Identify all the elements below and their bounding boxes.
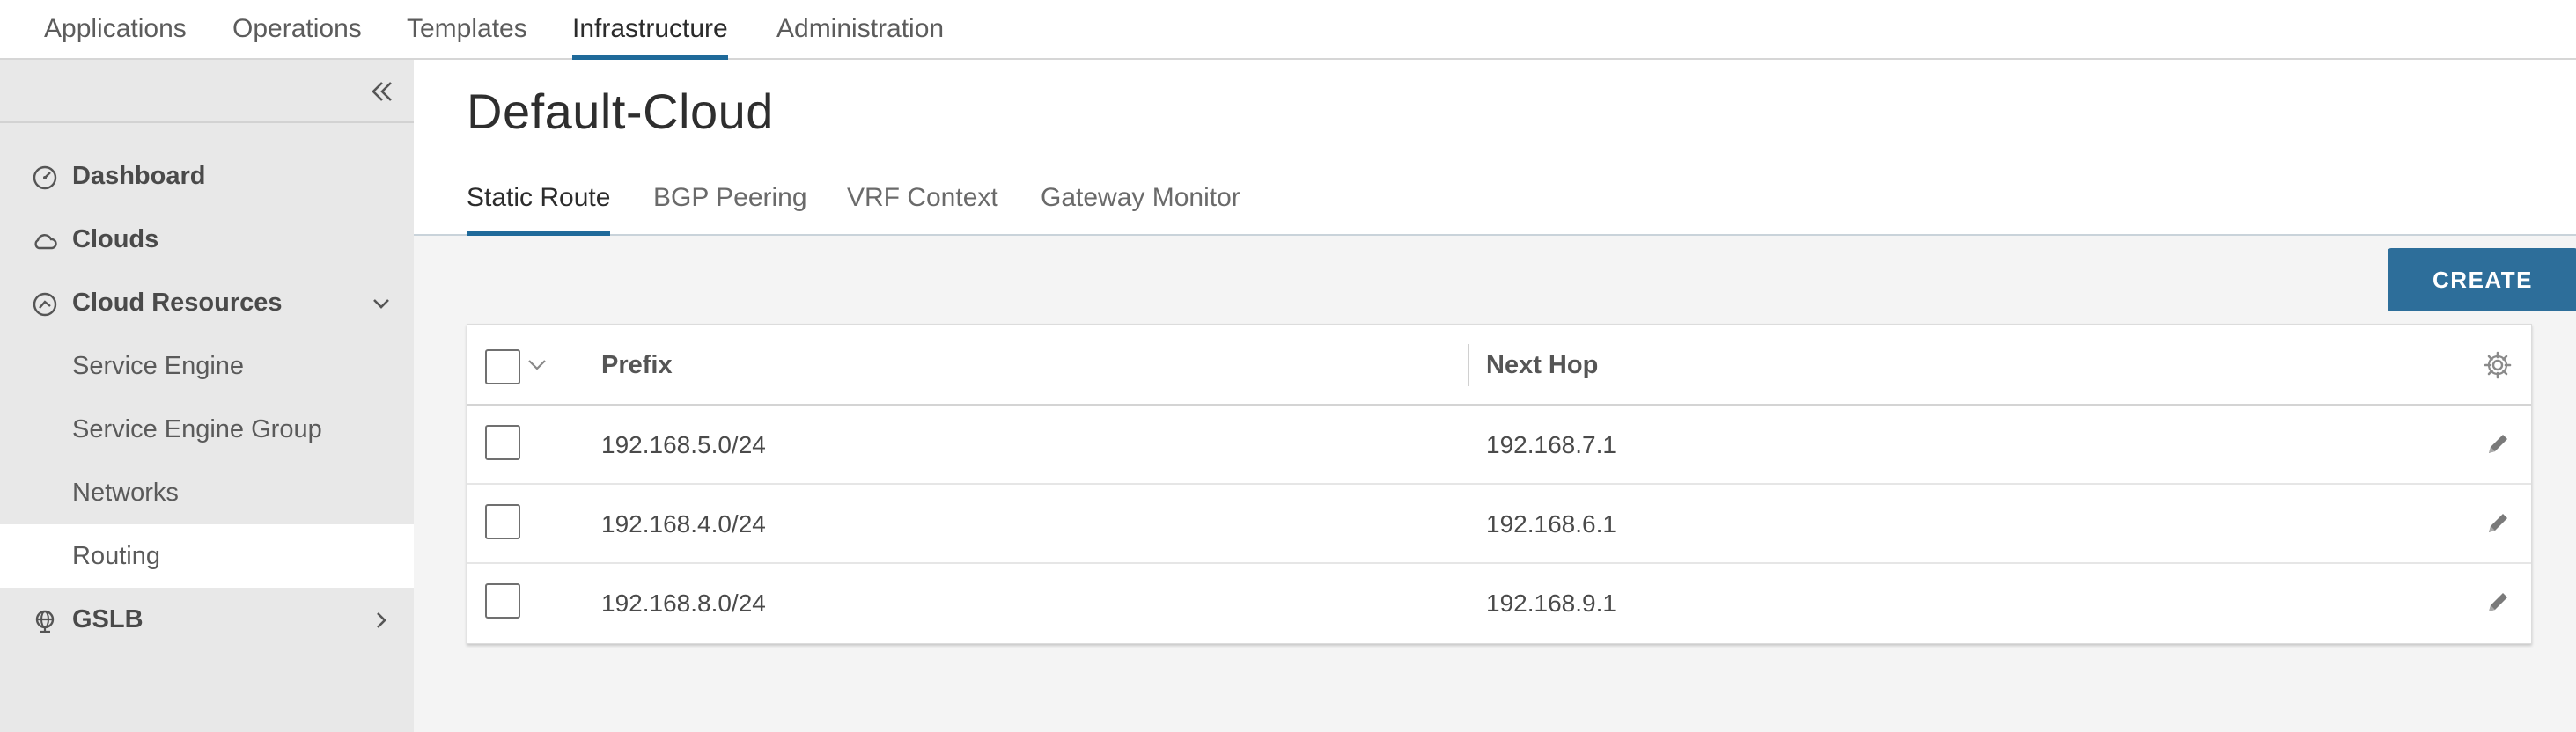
page-title: Default-Cloud <box>467 84 774 139</box>
sidebar-item-clouds[interactable]: Clouds <box>0 208 414 271</box>
sidebar-item-label: Clouds <box>72 224 159 253</box>
tab-vrf-context[interactable]: VRF Context <box>847 183 998 234</box>
sidebar-item-service-engine[interactable]: Service Engine <box>0 334 414 398</box>
sidebar-item-label: GSLB <box>72 604 144 633</box>
cloud-resources-icon <box>32 291 58 318</box>
nav-tab-operations[interactable]: Operations <box>232 0 362 58</box>
prefix-cell: 192.168.8.0/24 <box>601 589 766 617</box>
sidebar-item-label: Networks <box>72 478 179 507</box>
next-hop-cell: 192.168.6.1 <box>1486 510 1616 538</box>
pencil-icon[interactable] <box>2482 587 2513 619</box>
row-checkbox[interactable] <box>485 425 520 460</box>
select-all-checkbox[interactable] <box>485 349 520 384</box>
chevron-right-icon[interactable] <box>368 607 394 633</box>
table-row: 192.168.8.0/24 192.168.9.1 <box>467 564 2531 643</box>
sidebar-item-label: Service Engine Group <box>72 414 322 443</box>
table-header: Prefix Next Hop <box>467 325 2531 406</box>
next-hop-cell: 192.168.7.1 <box>1486 431 1616 458</box>
nav-tab-applications[interactable]: Applications <box>44 0 187 58</box>
column-divider[interactable] <box>1468 344 1469 386</box>
dashboard-icon <box>32 165 58 191</box>
prefix-cell: 192.168.4.0/24 <box>601 510 766 538</box>
page-header: Default-Cloud Static Route BGP Peering V… <box>414 60 2576 236</box>
cloud-icon <box>32 228 58 254</box>
gear-icon[interactable] <box>2482 349 2513 381</box>
sidebar-item-label: Service Engine <box>72 351 245 380</box>
sidebar-item-dashboard[interactable]: Dashboard <box>0 144 414 208</box>
pencil-icon[interactable] <box>2482 428 2513 460</box>
pencil-icon[interactable] <box>2482 508 2513 539</box>
next-hop-cell: 192.168.9.1 <box>1486 589 1616 617</box>
sidebar: Dashboard Clouds Cloud Resources Service… <box>0 60 414 732</box>
nav-tab-templates[interactable]: Templates <box>407 0 527 58</box>
top-navigation: Applications Operations Templates Infras… <box>0 0 2576 60</box>
sidebar-item-label: Routing <box>72 541 160 570</box>
sidebar-item-cloud-resources[interactable]: Cloud Resources <box>0 271 414 334</box>
sidebar-item-service-engine-group[interactable]: Service Engine Group <box>0 398 414 461</box>
create-button[interactable]: CREATE <box>2388 248 2576 311</box>
gslb-icon <box>32 608 58 634</box>
row-checkbox[interactable] <box>485 504 520 539</box>
column-header-next-hop[interactable]: Next Hop <box>1486 325 1598 406</box>
tab-static-route[interactable]: Static Route <box>467 183 611 236</box>
nav-tab-administration[interactable]: Administration <box>776 0 944 58</box>
sidebar-item-label: Cloud Resources <box>72 288 283 317</box>
sidebar-item-gslb[interactable]: GSLB <box>0 588 414 651</box>
row-checkbox[interactable] <box>485 583 520 619</box>
chevron-down-icon[interactable] <box>524 351 550 377</box>
tab-bgp-peering[interactable]: BGP Peering <box>653 183 807 234</box>
prefix-cell: 192.168.5.0/24 <box>601 431 766 458</box>
sidebar-item-routing[interactable]: Routing <box>0 524 414 588</box>
main-content: Default-Cloud Static Route BGP Peering V… <box>414 60 2576 732</box>
sidebar-item-label: Dashboard <box>72 161 206 190</box>
nav-tab-infrastructure[interactable]: Infrastructure <box>572 0 728 60</box>
column-header-prefix[interactable]: Prefix <box>601 325 673 406</box>
sidebar-item-networks[interactable]: Networks <box>0 461 414 524</box>
static-route-table: Prefix Next Hop 192.168.5.0/24 192.168.7… <box>467 324 2532 644</box>
table-row: 192.168.4.0/24 192.168.6.1 <box>467 485 2531 564</box>
chevron-down-icon[interactable] <box>368 290 394 317</box>
table-row: 192.168.5.0/24 192.168.7.1 <box>467 406 2531 485</box>
sidebar-collapse-row <box>0 60 414 123</box>
tab-gateway-monitor[interactable]: Gateway Monitor <box>1041 183 1240 234</box>
double-chevron-left-icon[interactable] <box>366 76 398 107</box>
